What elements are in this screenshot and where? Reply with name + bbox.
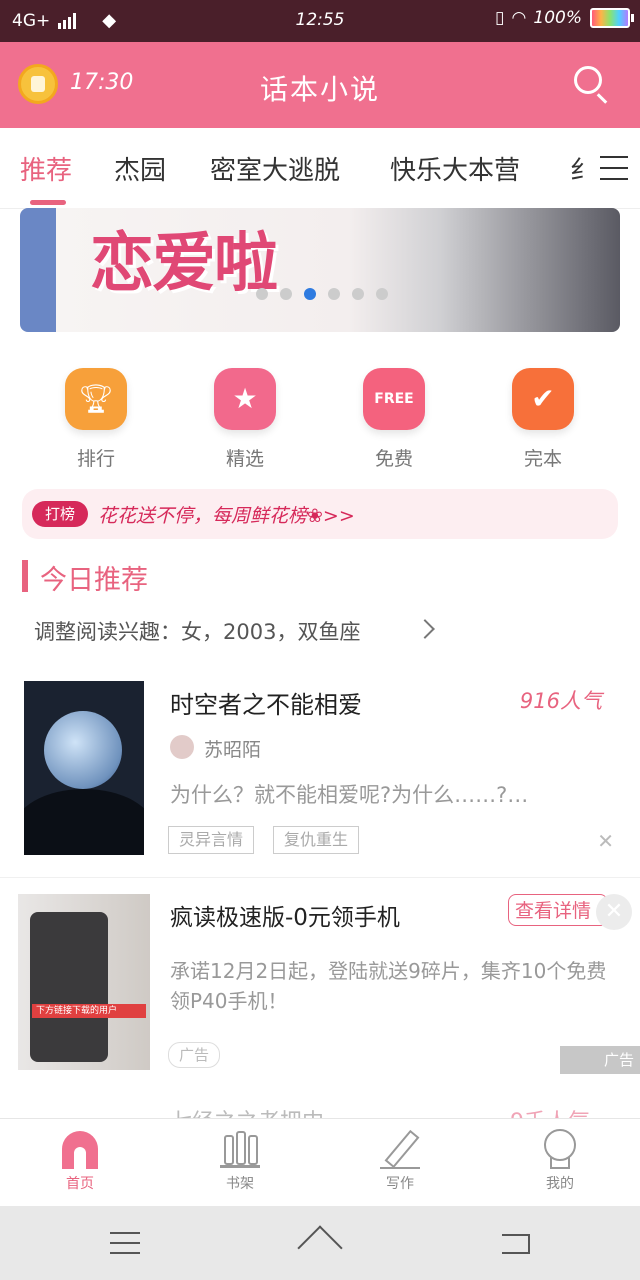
book-author[interactable]: 苏昭陌 [204, 735, 261, 762]
app-title: 话本小说 [259, 73, 380, 106]
search-icon[interactable] [574, 66, 602, 94]
status-bar: 4G+ ◆ 12:55 ▯ ◠ 100% [0, 0, 640, 42]
book-tag[interactable]: 灵异言情 [168, 826, 255, 854]
system-navigation-bar [0, 1206, 640, 1280]
category-label: 完本 [523, 448, 562, 470]
book-description: 为什么？就不能相爱呢?为什么……?… [170, 783, 529, 807]
book-title[interactable]: 时空者之不能相爱 [170, 685, 362, 720]
nav-label: 书架 [226, 1176, 254, 1192]
book-cover[interactable] [24, 681, 144, 855]
nav-label: 首页 [66, 1176, 94, 1192]
free-icon: FREE [363, 368, 425, 430]
tab-escape-room[interactable]: 密室大逃脱 [210, 150, 340, 187]
bookshelf-icon [220, 1129, 260, 1169]
nav-home[interactable]: 首页 [40, 1129, 120, 1193]
book-tag[interactable]: 复仇重生 [273, 826, 360, 854]
chevron-right-icon[interactable] [415, 619, 435, 639]
banner-title: 恋爱啦 [90, 226, 278, 301]
ad-title[interactable]: 疯读极速版-0元领手机 [170, 898, 400, 932]
category-label: 排行 [76, 448, 115, 470]
nav-bookshelf[interactable]: 书架 [200, 1129, 280, 1193]
banner-carousel[interactable]: 恋爱啦 [20, 208, 620, 332]
ad-tag: 广告 [168, 1042, 221, 1068]
home-button-icon[interactable] [297, 1225, 343, 1271]
tab-recommend[interactable]: 推荐 [20, 150, 72, 187]
wifi-icon: ◠ [512, 8, 526, 28]
section-marker [22, 560, 28, 592]
ad-image[interactable]: 下方链接下载的用户 [18, 894, 150, 1070]
book-card[interactable]: 时空者之不能相爱 916人气 苏昭陌 为什么？就不能相爱呢?为什么……?… 灵异… [0, 665, 640, 875]
close-icon[interactable]: ✕ [597, 829, 614, 853]
vibrate-icon: ▯ [494, 8, 505, 28]
category-ranking[interactable]: 🏆︎ 排行 [56, 368, 136, 471]
close-icon[interactable]: ✕ [596, 894, 632, 930]
adjust-interest-link[interactable]: 调整阅读兴趣：女，2003，双鱼座 [34, 616, 360, 646]
nav-write[interactable]: 写作 [360, 1129, 440, 1193]
ad-image-caption: 下方链接下载的用户 [32, 1004, 146, 1018]
category-completed[interactable]: ✔ 完本 [503, 368, 583, 471]
category-label: 免费 [374, 448, 413, 470]
trophy-icon: 🏆︎ [65, 368, 127, 430]
app-header: 17:30 话本小说 [0, 42, 640, 128]
nav-label: 写作 [386, 1176, 414, 1192]
book-popularity: 916人气 [519, 689, 602, 713]
home-icon [60, 1129, 100, 1169]
category-tabs: 推荐 杰园 密室大逃脱 快乐大本营 纟 [0, 128, 640, 209]
menu-icon[interactable] [590, 140, 640, 196]
author-avatar [170, 735, 194, 759]
star-icon: ★ [214, 368, 276, 430]
flower-rank-notice[interactable]: 打榜 花花送不停，每周鲜花榜❀>> [22, 489, 618, 539]
category-featured[interactable]: ★ 精选 [205, 368, 285, 471]
carousel-dot-active[interactable] [304, 288, 316, 300]
section-title: 今日推荐 [40, 565, 148, 596]
notice-text: 花花送不停，每周鲜花榜❀>> [98, 505, 355, 527]
battery-percent: 100% [533, 8, 582, 28]
tab-happy-camp[interactable]: 快乐大本营 [390, 150, 520, 187]
back-icon[interactable] [498, 1230, 530, 1254]
carousel-dot[interactable] [280, 288, 292, 300]
battery-icon [590, 8, 634, 28]
carousel-dot[interactable] [376, 288, 388, 300]
carousel-dot[interactable] [328, 288, 340, 300]
ad-description: 承诺12月2日起，登陆就送9碎片，集齐10个免费领P40手机！ [170, 959, 607, 1013]
bottom-navigation: 首页 书架 写作 我的 [0, 1118, 640, 1207]
carousel-dot[interactable] [256, 288, 268, 300]
profile-icon [540, 1129, 580, 1169]
ad-card[interactable]: 下方链接下载的用户 疯读极速版-0元领手机 查看详情 ✕ 承诺12月2日起，登陆… [0, 877, 640, 1088]
check-book-icon: ✔ [512, 368, 574, 430]
tab-jieyuan[interactable]: 杰园 [114, 150, 166, 187]
recent-apps-icon[interactable] [110, 1232, 140, 1254]
category-label: 精选 [225, 448, 264, 470]
active-tab-indicator [30, 200, 66, 205]
pen-icon [380, 1129, 420, 1169]
notice-badge: 打榜 [32, 501, 88, 527]
carousel-dot[interactable] [352, 288, 364, 300]
category-free[interactable]: FREE 免费 [354, 368, 434, 471]
ad-label: 广告 [560, 1046, 640, 1074]
nav-label: 我的 [546, 1176, 574, 1192]
view-details-button[interactable]: 查看详情 [508, 894, 608, 926]
nav-profile[interactable]: 我的 [520, 1129, 600, 1193]
